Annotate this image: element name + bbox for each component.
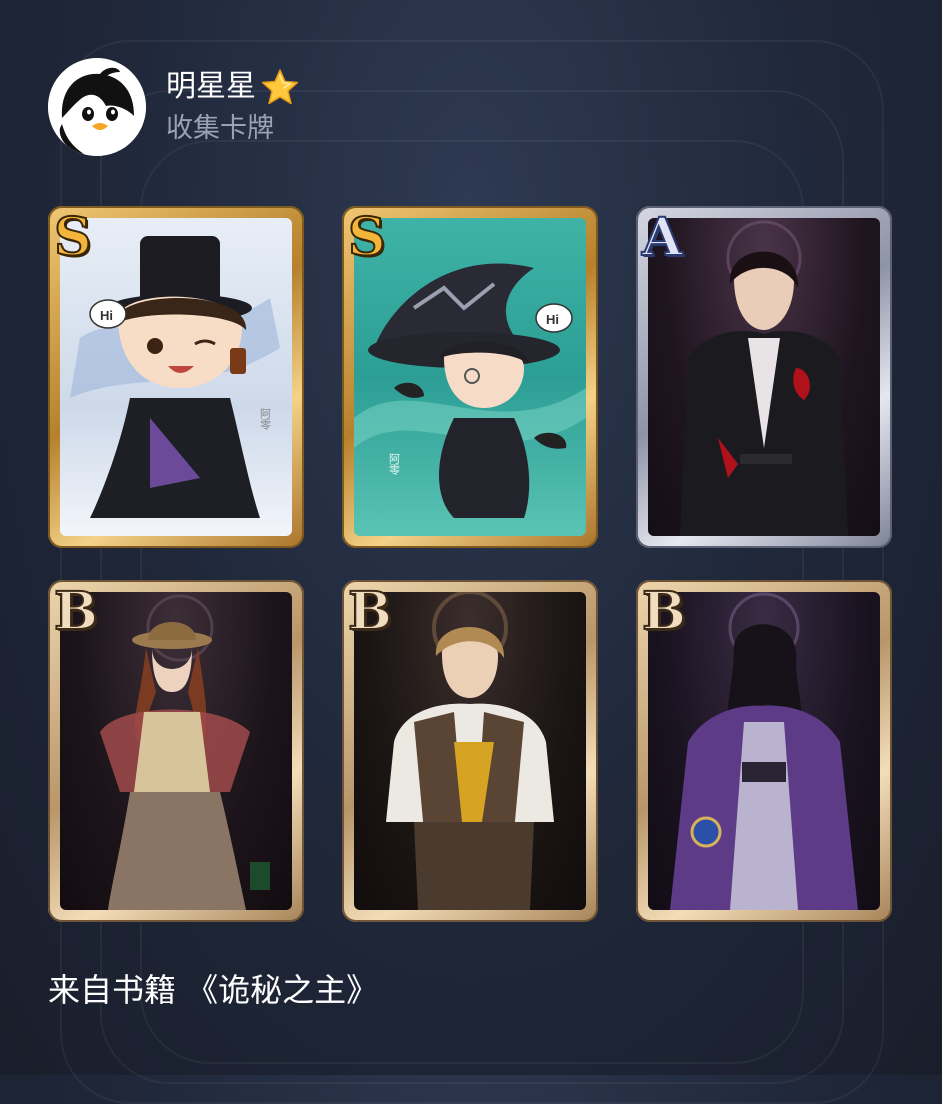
chibi-witch-illustration: Hi 阿零 [354,263,586,518]
rank-badge: S [53,207,93,269]
gentleman-portrait [680,220,848,536]
rank-badge: B [53,581,99,643]
collection-card[interactable]: B [342,580,598,922]
speech-bubble: Hi [100,308,113,323]
user-name: 明星星 [166,67,300,107]
user-name-text: 明星星 [166,69,256,104]
star-icon [261,69,299,105]
rank-badge: A [641,207,683,269]
avatar[interactable] [48,58,146,156]
penguin-avatar-icon [48,58,146,156]
rank-badge: S [347,207,387,269]
chibi-top-hat-illustration: Hi 阿零 [70,236,280,518]
card-art: Hi 阿零 [354,218,586,536]
collection-card[interactable]: B [636,580,892,922]
rank-badge: B [641,581,687,643]
collection-card[interactable]: Hi 阿零 S [48,206,304,548]
card-art: Hi 阿零 [60,218,292,536]
user-header: 明星星 收集卡牌 [48,58,300,156]
subtitle: 收集卡牌 [166,113,274,144]
speech-bubble: Hi [546,312,559,327]
artist-signature: 阿零 [259,408,272,431]
collection-card[interactable]: A [636,206,892,548]
collection-card[interactable]: Hi 阿零 S [342,206,598,548]
collection-card[interactable]: B [48,580,304,922]
rank-badge: B [347,581,393,643]
book-source: 来自书籍 《诡秘之主》 [48,971,379,1009]
card-art [648,218,880,536]
artist-signature: 阿零 [388,453,401,476]
